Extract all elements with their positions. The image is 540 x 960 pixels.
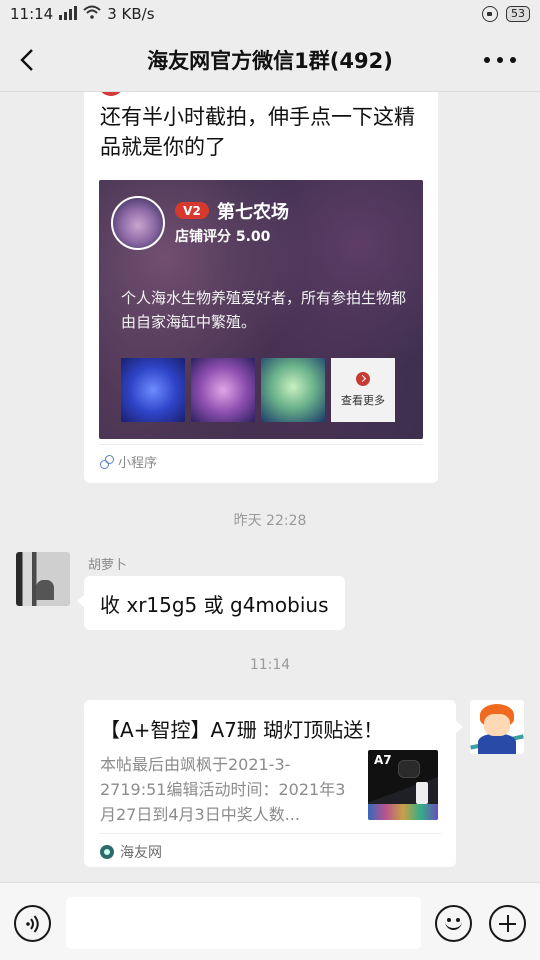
chevron-left-icon[interactable] xyxy=(16,48,40,72)
vip-badge: V2 xyxy=(175,202,209,219)
input-bar xyxy=(0,882,540,960)
network-speed: 3 KB/s xyxy=(107,5,155,23)
lock-icon xyxy=(482,6,498,22)
text-message[interactable]: 收 xr15g5 或 g4mobius xyxy=(77,576,345,630)
divider xyxy=(99,833,441,834)
chat-title: 海友网官方微信1群(492) xyxy=(147,48,393,73)
thumb-label: A7 xyxy=(374,753,392,767)
miniprogram-icon xyxy=(100,454,114,469)
wifi-icon xyxy=(83,5,101,23)
coral-thumb[interactable] xyxy=(121,358,185,422)
voice-icon[interactable] xyxy=(14,905,51,942)
link-thumbnail: A7 xyxy=(368,750,438,820)
arrow-right-icon xyxy=(356,372,370,386)
miniapp-footer-label: 小程序 xyxy=(118,456,158,471)
site-logo-icon xyxy=(100,845,114,859)
shop-banner[interactable]: V2 第七农场 店铺评分 5.00 个人海水生物养殖爱好者，所有参拍生物都由自家… xyxy=(99,180,423,439)
miniapp-footer: 小程序 xyxy=(100,452,157,471)
divider xyxy=(99,444,423,445)
status-time: 11:14 xyxy=(10,5,54,23)
avatar[interactable] xyxy=(470,700,524,754)
miniapp-text: 还有半小时截拍，伸手点一下这精品就是你的了 xyxy=(100,105,415,159)
avatar[interactable] xyxy=(16,552,70,606)
product-thumbs: 查看更多 xyxy=(121,358,395,422)
timestamp: 昨天 22:28 xyxy=(233,513,307,529)
coral-thumb[interactable] xyxy=(261,358,325,422)
link-description: 本帖最后由飒枫于2021-3-2719:51编辑活动时间：2021年3月27日到… xyxy=(100,755,346,824)
shop-description: 个人海水生物养殖爱好者，所有参拍生物都由自家海缸中繁殖。 xyxy=(121,289,407,331)
more-dots-icon[interactable] xyxy=(484,54,516,66)
miniapp-card[interactable]: 还有半小时截拍，伸手点一下这精品就是你的了 V2 第七农场 店铺评分 5.00 … xyxy=(84,92,438,483)
shop-avatar-small xyxy=(98,92,124,96)
signal-icon xyxy=(59,5,78,23)
timestamp: 11:14 xyxy=(249,657,291,673)
view-more-label: 查看更多 xyxy=(341,394,385,407)
coral-thumb[interactable] xyxy=(191,358,255,422)
link-title: 【A+智控】A7珊 瑚灯顶贴送！ xyxy=(100,718,384,742)
sender-name: 胡萝卜 xyxy=(88,558,128,573)
chat-header: 海友网官方微信1群(492) xyxy=(0,28,540,92)
shop-score: 店铺评分 5.00 xyxy=(175,229,271,245)
status-bar: 11:14 3 KB/s 53 xyxy=(0,0,540,28)
message-list[interactable]: 还有半小时截拍，伸手点一下这精品就是你的了 V2 第七农场 店铺评分 5.00 … xyxy=(0,92,540,882)
shop-name: 第七农场 xyxy=(217,202,289,223)
link-card[interactable]: 【A+智控】A7珊 瑚灯顶贴送！ 本帖最后由飒枫于2021-3-2719:51编… xyxy=(84,700,463,867)
view-more-button[interactable]: 查看更多 xyxy=(331,358,395,422)
plus-icon[interactable] xyxy=(489,905,526,942)
shop-logo xyxy=(111,196,165,250)
battery-icon: 53 xyxy=(506,6,530,22)
link-source: 海友网 xyxy=(120,845,162,861)
link-footer: 海友网 xyxy=(100,842,162,862)
message-input[interactable] xyxy=(66,897,421,949)
emoji-icon[interactable] xyxy=(435,905,472,942)
